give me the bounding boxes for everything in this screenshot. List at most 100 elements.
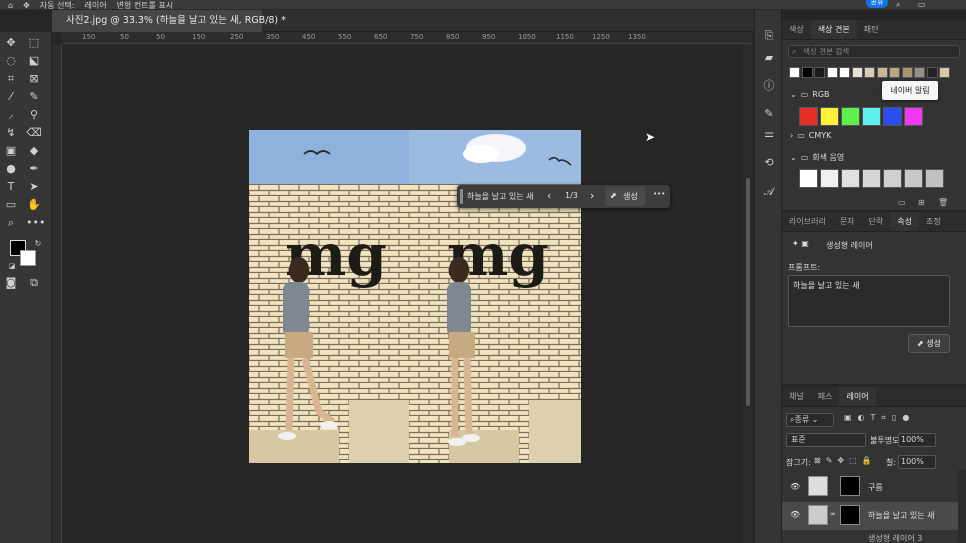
color-swatch[interactable] (904, 169, 923, 188)
object-select-icon[interactable]: ⬕ (26, 53, 42, 69)
stamp-tool-icon[interactable]: ⚲ (26, 107, 42, 123)
eraser-tool-icon[interactable]: ⌫ (26, 125, 42, 141)
tab-properties[interactable]: 속성 (890, 212, 920, 231)
home-icon[interactable]: ⌂ (8, 1, 13, 10)
properties-generate-button[interactable]: ⬈ 생성 (908, 334, 950, 353)
blend-mode-dropdown[interactable]: 표준 (786, 433, 866, 447)
color-swatch[interactable] (826, 67, 838, 78)
color-swatch[interactable] (904, 107, 923, 126)
color-swatch[interactable] (876, 67, 888, 78)
color-swatch[interactable] (814, 67, 825, 78)
delete-swatch-icon[interactable]: 🗑 (938, 198, 948, 207)
actions-icon[interactable]: ⟲ (761, 155, 777, 171)
fill-input[interactable]: 100% (898, 455, 936, 469)
rectangle-tool-icon[interactable]: ▭ (3, 197, 19, 213)
previous-variation-button[interactable]: ‹ (547, 189, 551, 202)
marquee-tool-icon[interactable]: ⬚ (26, 35, 42, 51)
lasso-tool-icon[interactable]: ◌ (3, 53, 19, 69)
hand-tool-icon[interactable]: ✋ (26, 197, 42, 213)
color-swatch[interactable] (839, 67, 850, 78)
swatch-group-cmyk[interactable]: › ▭ CMYK (790, 131, 831, 140)
blur-tool-icon[interactable]: ◆ (26, 143, 42, 159)
layer-row[interactable]: 👁 구름 (782, 474, 958, 502)
prompt-textarea[interactable]: 하늘을 날고 있는 새 (788, 275, 950, 327)
color-swatch[interactable] (883, 107, 902, 126)
brush-tool-icon[interactable]: ⸝ (3, 107, 19, 123)
quick-mask-icon[interactable]: ◙ (3, 275, 19, 291)
drag-handle[interactable] (460, 189, 463, 204)
show-transform-controls[interactable]: 변형 컨트롤 표시 (117, 0, 174, 10)
type-tool-icon[interactable]: T (3, 179, 19, 195)
layer-row[interactable]: 생성형 레이어 3 (782, 531, 958, 543)
tab-paths[interactable]: 패스 (811, 387, 840, 406)
swatch-group-rgb[interactable]: ⌄ ▭ RGB (790, 90, 830, 99)
default-colors-icon[interactable]: ◪ (4, 258, 20, 274)
adjustments-icon[interactable]: ⚌ (761, 126, 777, 142)
visibility-eye-icon[interactable]: 👁 (790, 510, 800, 519)
color-swatch[interactable] (901, 67, 913, 78)
color-swatch[interactable] (851, 67, 863, 78)
tab-character[interactable]: 문자 (833, 212, 862, 231)
tab-swatches[interactable]: 색상 견본 (810, 20, 857, 39)
opacity-input[interactable]: 100% (898, 433, 936, 447)
color-swatch[interactable] (864, 67, 875, 78)
crop-tool-icon[interactable]: ⌗ (3, 71, 19, 87)
workspace-icon[interactable]: ▭ (918, 0, 926, 9)
auto-select-dropdown[interactable]: 레이어 (84, 0, 106, 10)
color-swatch[interactable] (841, 107, 860, 126)
tab-layers[interactable]: 레이어 (839, 387, 876, 406)
more-options-icon[interactable]: ••• (653, 190, 665, 198)
prompt-text[interactable]: 하늘을 날고 있는 새 (467, 191, 534, 202)
auto-select-label[interactable]: 자동 선택: (40, 0, 75, 10)
new-group-icon[interactable]: ▭ (898, 198, 906, 207)
move-tool-icon[interactable]: ✥ (23, 1, 30, 10)
zoom-tool-icon[interactable]: ⌕ (3, 215, 19, 231)
color-swatch[interactable] (820, 169, 839, 188)
brush-settings-icon[interactable]: ✎ (761, 106, 777, 122)
color-swatch[interactable] (789, 67, 800, 78)
scrollbar-thumb[interactable] (746, 178, 750, 406)
info-icon[interactable]: ⓘ (761, 78, 777, 94)
color-swatch[interactable] (820, 107, 839, 126)
color-swatch[interactable] (799, 107, 818, 126)
lock-icons[interactable]: ⊠✎✥⬚🔒 (814, 456, 877, 465)
gradient-tool-icon[interactable]: ▣ (3, 143, 19, 159)
color-swatch[interactable] (883, 169, 902, 188)
history-brush-icon[interactable]: ↯ (3, 125, 19, 141)
layers-scrollbar[interactable] (958, 470, 966, 543)
swap-colors-icon[interactable]: ↻ (30, 236, 46, 252)
eyedropper-icon[interactable]: ⁄ (3, 89, 19, 105)
history-icon[interactable]: ⎘ (761, 28, 777, 44)
generate-button[interactable]: ⬈ 생성 (605, 187, 645, 206)
color-swatch[interactable] (799, 169, 818, 188)
tab-patterns[interactable]: 패턴 (857, 20, 886, 39)
healing-brush-icon[interactable]: ✎ (26, 89, 42, 105)
color-swatch[interactable] (801, 67, 813, 78)
document-tab[interactable]: 사진2.jpg @ 33.3% (하늘을 날고 있는 새, RGB/8) * (52, 10, 286, 32)
tab-libraries[interactable]: 라이브러리 (782, 212, 833, 231)
vertical-scrollbar[interactable] (742, 44, 754, 543)
search-icon[interactable]: ⌕ (896, 0, 900, 10)
dodge-tool-icon[interactable]: ● (3, 161, 19, 177)
color-swatch[interactable] (841, 169, 860, 188)
share-button[interactable]: 공유 (866, 0, 888, 8)
tab-channels[interactable]: 채널 (782, 387, 811, 406)
background-color-swatch[interactable] (20, 250, 36, 266)
screen-mode-icon[interactable]: ⧉ (26, 275, 42, 291)
color-swatch[interactable] (889, 67, 900, 78)
new-swatch-icon[interactable]: ⊞ (918, 198, 925, 207)
swatch-group-grayscale[interactable]: ⌄ ▭ 회색 음영 (790, 152, 844, 163)
layer-filter-dropdown[interactable]: ⌕종류 ⌄ (786, 413, 834, 427)
swatch-search-input[interactable]: ⌕ 색상 견본 검색 (788, 45, 960, 58)
tab-adjustments[interactable]: 조정 (919, 212, 948, 231)
path-select-icon[interactable]: ➤ (26, 179, 42, 195)
visibility-eye-icon[interactable]: 👁 (790, 482, 800, 491)
next-variation-button[interactable]: › (590, 189, 594, 202)
frame-tool-icon[interactable]: ⊠ (26, 71, 42, 87)
more-tools-icon[interactable]: ••• (26, 215, 45, 231)
pen-tool-icon[interactable]: ✒ (26, 161, 42, 177)
tab-color[interactable]: 색상 (782, 20, 811, 39)
color-swatch[interactable] (862, 107, 881, 126)
document-image[interactable]: mg mg (249, 130, 581, 463)
comments-icon[interactable]: ▰ (761, 50, 777, 66)
